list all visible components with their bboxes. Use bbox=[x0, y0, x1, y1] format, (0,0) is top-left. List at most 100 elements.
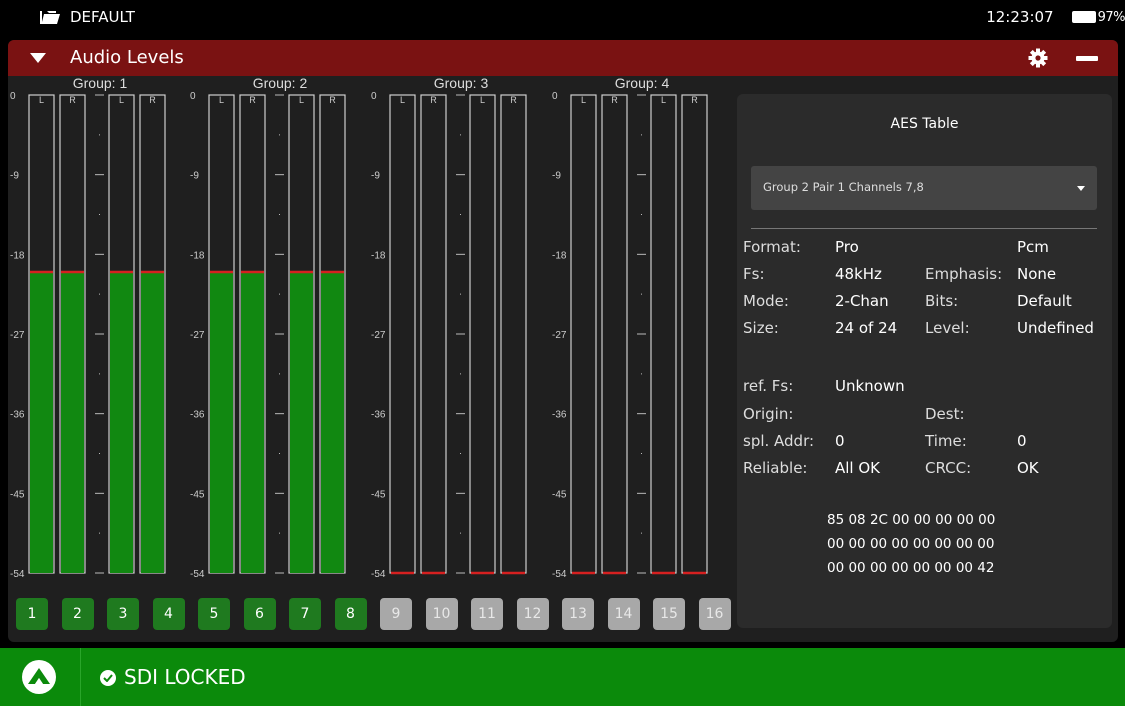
scale-label: 0 bbox=[552, 91, 558, 102]
dest-label: Dest: bbox=[925, 405, 965, 423]
scale-label: 0 bbox=[10, 91, 16, 102]
channel-button-11[interactable]: 11 bbox=[471, 598, 503, 630]
bits-value: Default bbox=[1017, 292, 1072, 310]
scale-label: -18 bbox=[190, 250, 205, 261]
profile-indicator[interactable]: DEFAULT bbox=[40, 8, 135, 26]
aes-table-title: AES Table bbox=[890, 116, 959, 132]
scale-label: -36 bbox=[371, 410, 386, 421]
spl-addr-label: spl. Addr: bbox=[743, 432, 815, 450]
channel-letter: R bbox=[510, 95, 517, 105]
channel-button-16[interactable]: 16 bbox=[698, 598, 731, 630]
status-bar: DEFAULT 12:23:07 97% bbox=[0, 0, 1125, 40]
scale-label: 0 bbox=[190, 91, 196, 102]
clock: 12:23:07 bbox=[986, 8, 1054, 26]
meter-fill bbox=[210, 272, 233, 573]
collapse-icon[interactable] bbox=[30, 53, 46, 63]
size-value: 24 of 24 bbox=[835, 319, 898, 337]
channel-letter: L bbox=[39, 95, 44, 105]
crcc-label: CRCC: bbox=[925, 459, 972, 477]
hex-line-3: 00 00 00 00 00 00 00 42 bbox=[827, 560, 995, 576]
battery-icon bbox=[1071, 11, 1096, 23]
channel-letter: L bbox=[299, 95, 304, 105]
channel-letter: R bbox=[611, 95, 618, 105]
fs-label: Fs: bbox=[743, 265, 765, 283]
channel-button-10[interactable]: 10 bbox=[425, 598, 458, 630]
scale-label: -27 bbox=[10, 330, 25, 341]
meter-fill bbox=[30, 272, 53, 573]
scale-label: -36 bbox=[552, 410, 567, 421]
scale-label: -18 bbox=[10, 250, 25, 261]
meter-frame bbox=[601, 94, 628, 574]
format-extra-value: Pcm bbox=[1017, 238, 1049, 256]
gear-icon[interactable] bbox=[1028, 48, 1048, 68]
level-label: Level: bbox=[925, 319, 970, 337]
channel-button-6[interactable]: 6 bbox=[243, 598, 276, 630]
channel-letter: L bbox=[480, 95, 485, 105]
group-label: Group: 3 bbox=[434, 76, 489, 91]
panel-title: Audio Levels bbox=[70, 47, 184, 68]
meter-frame bbox=[389, 94, 416, 574]
format-value: Pro bbox=[835, 238, 859, 256]
meter-frame bbox=[681, 94, 708, 574]
channel-button-5[interactable]: 5 bbox=[198, 598, 230, 630]
channel-button-7[interactable]: 7 bbox=[289, 598, 321, 630]
channel-button-12[interactable]: 12 bbox=[516, 598, 549, 630]
channel-button-14[interactable]: 14 bbox=[607, 598, 640, 630]
channel-button-9[interactable]: 9 bbox=[380, 598, 412, 630]
scale-label: -27 bbox=[371, 330, 386, 341]
crcc-value: OK bbox=[1017, 459, 1039, 477]
emphasis-label: Emphasis: bbox=[925, 265, 1003, 283]
meter-fill bbox=[241, 272, 264, 573]
scale-label: -9 bbox=[10, 171, 19, 182]
origin-label: Origin: bbox=[743, 405, 794, 423]
divider bbox=[751, 228, 1097, 229]
channel-letter: L bbox=[400, 95, 405, 105]
channel-button-2[interactable]: 2 bbox=[61, 598, 94, 630]
footer-divider bbox=[80, 648, 81, 706]
meter-frame bbox=[420, 94, 447, 574]
channel-button-15[interactable]: 15 bbox=[653, 598, 685, 630]
channel-button-4[interactable]: 4 bbox=[152, 598, 185, 630]
scale-label: -27 bbox=[190, 330, 205, 341]
channel-button-3[interactable]: 3 bbox=[107, 598, 139, 630]
channel-letter: L bbox=[581, 95, 586, 105]
meter-frame bbox=[650, 94, 677, 574]
scale-label: -54 bbox=[371, 569, 386, 580]
ref-fs-value: Unknown bbox=[835, 377, 905, 395]
scale-label: -9 bbox=[371, 171, 380, 182]
brand-logo[interactable] bbox=[22, 660, 56, 694]
folder-icon bbox=[40, 11, 60, 24]
scale-label: -54 bbox=[552, 569, 567, 580]
status-footer: SDI LOCKED bbox=[0, 648, 1125, 706]
sdi-status-label: SDI LOCKED bbox=[124, 665, 246, 689]
channel-button-1[interactable]: 1 bbox=[16, 598, 48, 630]
level-value: Undefined bbox=[1017, 319, 1094, 337]
reliable-label: Reliable: bbox=[743, 459, 808, 477]
audio-levels-panel: Audio Levels Group: 1 0 -9 -18 -27 -36 -45 -54 L… bbox=[8, 40, 1118, 642]
channel-letter: L bbox=[119, 95, 124, 105]
size-label: Size: bbox=[743, 319, 779, 337]
channel-letter: R bbox=[249, 95, 256, 105]
meter-fill bbox=[290, 272, 313, 573]
channel-button-8[interactable]: 8 bbox=[334, 598, 367, 630]
channel-button-13[interactable]: 13 bbox=[562, 598, 594, 630]
hex-line-1: 85 08 2C 00 00 00 00 00 bbox=[827, 512, 996, 528]
scale-label: -9 bbox=[552, 171, 561, 182]
time-value: 0 bbox=[1017, 432, 1027, 450]
scale-label: 0 bbox=[371, 91, 377, 102]
check-circle-icon bbox=[100, 670, 116, 686]
pair-select[interactable]: Group 2 Pair 1 Channels 7,8 bbox=[751, 166, 1097, 210]
scale-label: -54 bbox=[190, 569, 205, 580]
meter-fill bbox=[110, 272, 133, 573]
scale-label: -9 bbox=[190, 171, 199, 182]
battery-percentage: 97% bbox=[1097, 9, 1125, 25]
scale-label: -36 bbox=[10, 410, 25, 421]
meter-fill bbox=[321, 272, 344, 573]
minimize-icon[interactable] bbox=[1076, 56, 1098, 61]
aes-table: AES Table Group 2 Pair 1 Channels 7,8 Fo… bbox=[737, 94, 1112, 628]
meter-fill bbox=[141, 272, 164, 573]
bits-label: Bits: bbox=[925, 292, 959, 310]
mode-label: Mode: bbox=[743, 292, 789, 310]
ref-fs-label: ref. Fs: bbox=[743, 377, 794, 395]
group-label: Group: 2 bbox=[253, 76, 308, 91]
